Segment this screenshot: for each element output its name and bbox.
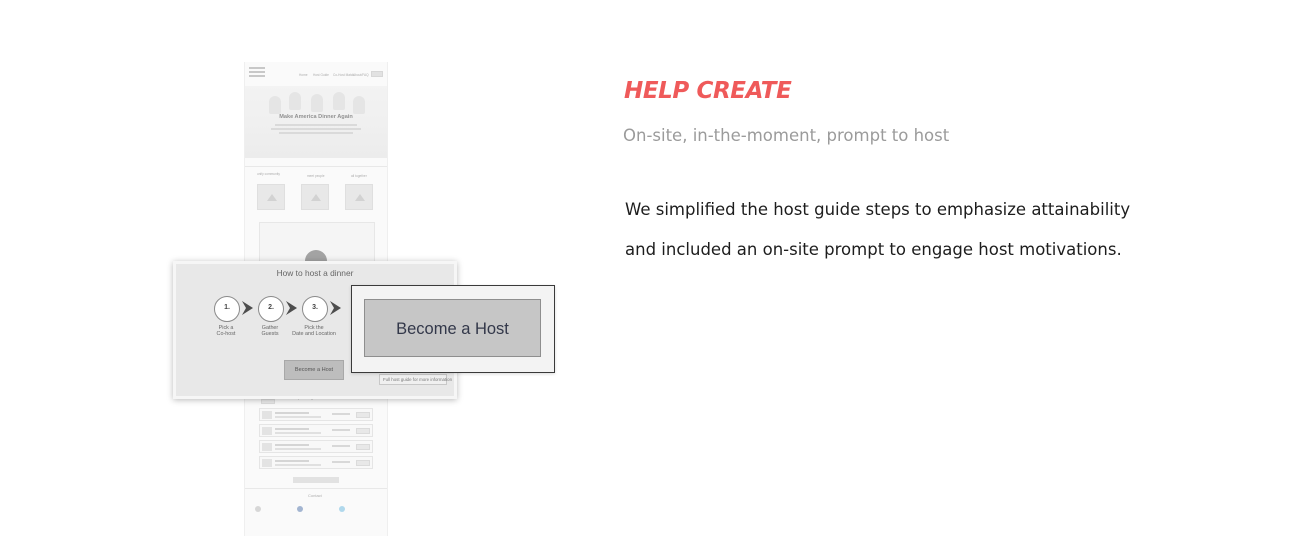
step-2: 2. [258,296,284,322]
image-placeholder [257,184,285,210]
wf-hero-image [245,86,387,158]
wf-nav-home: Home [299,73,308,77]
step-number: 2. [268,304,274,311]
link-label: Full host guide for more information [383,377,453,382]
section-body: We simplified the host guide steps to em… [625,200,1131,259]
wf-col-label: unify community [257,172,281,176]
table-row [259,408,373,421]
step-label: Pick the Date and Location [292,325,336,338]
table-row [259,456,373,469]
logo [249,65,265,79]
facebook-icon [297,506,303,512]
table-row [259,440,373,453]
arrow-right-icon [286,301,297,315]
image-placeholder [301,184,329,210]
wf-nav-about: About/FAQ [353,73,369,77]
wf-host-button [371,71,383,77]
section-heading: HELP CREATE [624,78,792,104]
mail-icon [255,506,261,512]
wf-filter-tag [261,399,275,404]
twitter-icon [339,506,345,512]
step-1: 1. [214,296,240,322]
section-subheading: On-site, in-the-moment, prompt to host [623,126,950,145]
wf-col-label: meet people [307,174,325,178]
wf-contact-title: Contact [308,493,322,498]
wf-col-label: all together [351,174,367,178]
arrow-right-icon [330,301,341,315]
arrow-right-icon [242,301,253,315]
host-guide-title: How to host a dinner [276,268,354,278]
wf-nav-match: Co-Host Match [333,73,355,77]
full-guide-link[interactable]: Full host guide for more information [379,374,452,385]
step-3: 3. [302,296,328,322]
step-number: 3. [312,304,318,311]
zoom-callout: Become a Host [351,285,555,373]
become-host-button-zoomed[interactable]: Become a Host [364,299,541,357]
table-row [259,424,373,437]
become-host-button[interactable]: Become a Host [284,360,344,380]
wf-hero-title: Make America Dinner Again [279,114,353,120]
button-label: Become a Host [294,366,334,373]
image-placeholder [345,184,373,210]
wf-more-button [293,477,339,483]
wf-nav-guide: Host Guide [313,73,329,77]
step-number: 1. [224,304,230,311]
